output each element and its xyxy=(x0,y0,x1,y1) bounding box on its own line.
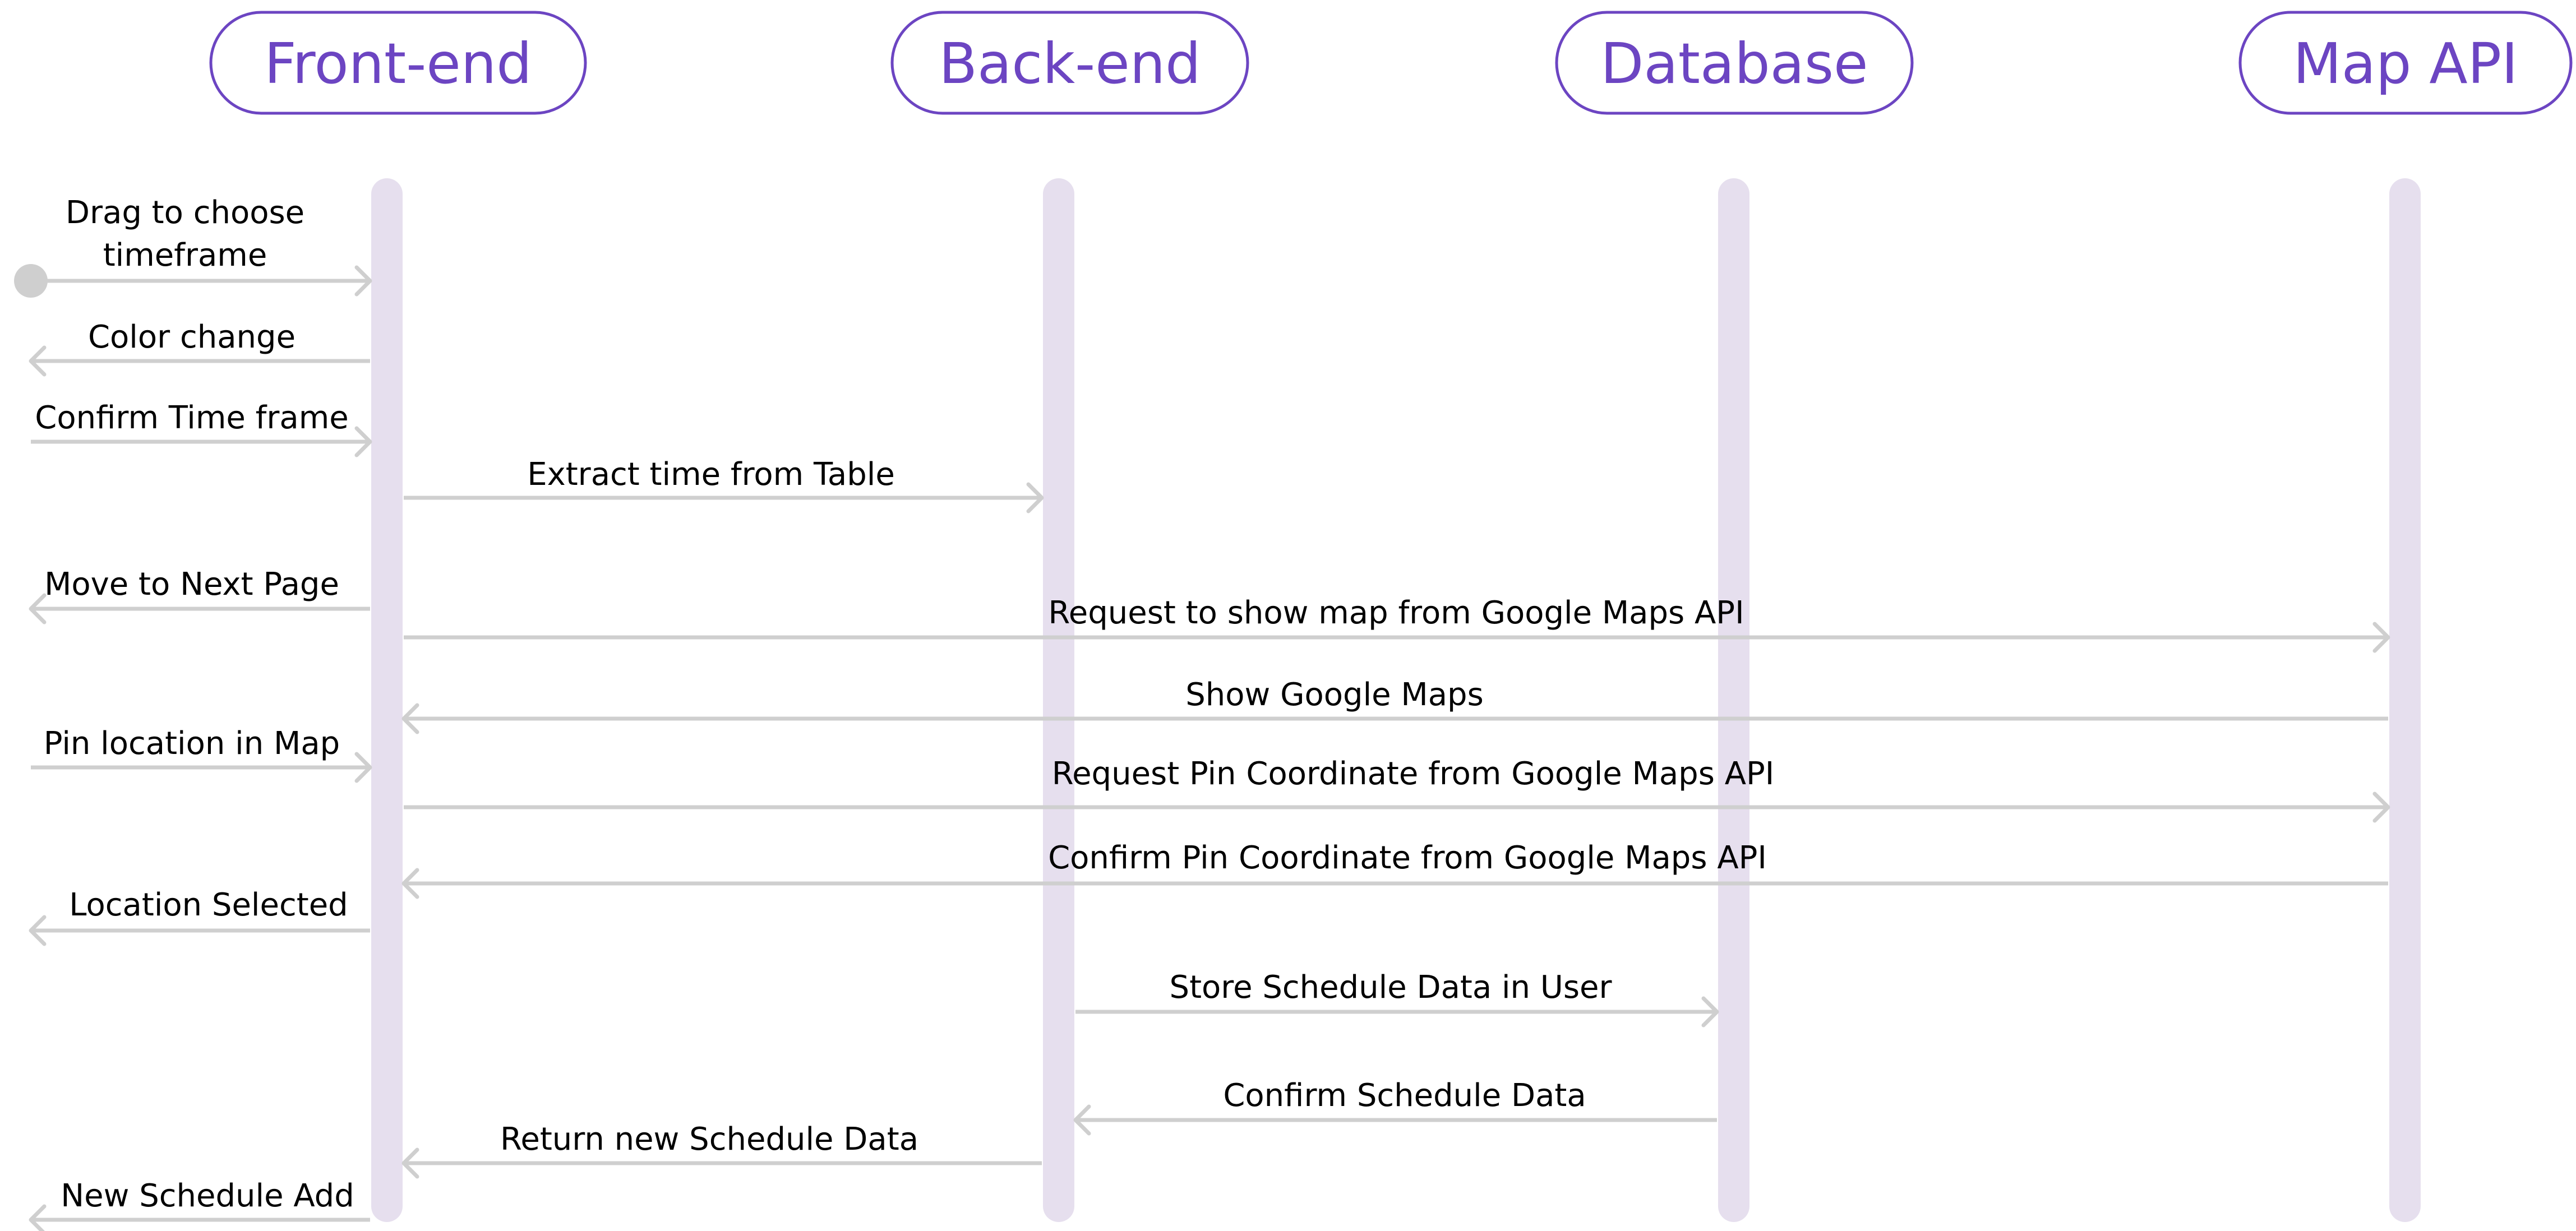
lifeline-back-end xyxy=(1043,178,1074,1222)
message-label: Confirm Schedule Data xyxy=(1223,1077,1586,1114)
message-arrow: Pin location in Map xyxy=(31,725,372,783)
message-arrow: New Schedule Add xyxy=(29,1178,370,1231)
message-label: Show Google Maps xyxy=(1185,677,1484,713)
message-label: Color change xyxy=(88,319,296,355)
participant-front-end: Front-end xyxy=(209,11,587,115)
message-label: New Schedule Add xyxy=(61,1178,354,1214)
message-arrow: Store Schedule Data in User xyxy=(1075,969,1719,1028)
message-label: Extract time from Table xyxy=(527,456,895,493)
lifeline-map-api xyxy=(2389,178,2421,1222)
message-label: Request to show map from Google Maps API xyxy=(1048,595,1744,631)
message-label: Store Schedule Data in User xyxy=(1170,969,1613,1006)
message-label: Request Pin Coordinate from Google Maps … xyxy=(1052,756,1775,792)
participant-map-api: Map API xyxy=(2238,11,2573,115)
message-label: Confirm Time frame xyxy=(35,400,348,436)
message-arrow: Confirm Pin Coordinate from Google Maps … xyxy=(401,840,2388,899)
sequence-diagram: Front-end Back-end Database Map API Drag to… xyxy=(14,11,2573,1231)
message-arrow: Request Pin Coordinate from Google Maps … xyxy=(404,756,2390,823)
message-arrow: Drag to choose timeframe xyxy=(14,195,372,298)
participant-database: Database xyxy=(1555,11,1914,115)
lifeline-front-end xyxy=(371,178,403,1222)
message-arrow: Show Google Maps xyxy=(401,677,2388,734)
participants: Front-end Back-end Database Map API xyxy=(209,11,2573,115)
participant-label: Back-end xyxy=(939,31,1201,96)
message-arrow: Color change xyxy=(29,319,370,377)
message-arrow: Confirm Time frame xyxy=(31,400,372,457)
participant-label: Front-end xyxy=(264,31,532,96)
message-arrow: Return new Schedule Data xyxy=(401,1121,1042,1179)
message-label: Pin location in Map xyxy=(44,725,340,762)
participant-back-end: Back-end xyxy=(890,11,1249,115)
lifeline-database xyxy=(1718,178,1749,1222)
message-label: Drag to choose timeframe xyxy=(66,195,304,274)
message-arrow: Request to show map from Google Maps API xyxy=(404,595,2390,653)
message-arrow: Location Selected xyxy=(29,887,370,946)
message-label: Move to Next Page xyxy=(44,566,339,603)
message-arrow: Extract time from Table xyxy=(404,456,1044,513)
message-arrow: Move to Next Page xyxy=(29,566,370,624)
message-label: Confirm Pin Coordinate from Google Maps … xyxy=(1048,840,1767,876)
message-label: Location Selected xyxy=(69,887,348,923)
participant-label: Database xyxy=(1600,31,1868,96)
message-label: Return new Schedule Data xyxy=(500,1121,918,1158)
message-arrow: Confirm Schedule Data xyxy=(1073,1077,1717,1136)
messages: Drag to choose timeframe Color change Confi… xyxy=(14,195,2390,1231)
participant-label: Map API xyxy=(2293,31,2518,96)
